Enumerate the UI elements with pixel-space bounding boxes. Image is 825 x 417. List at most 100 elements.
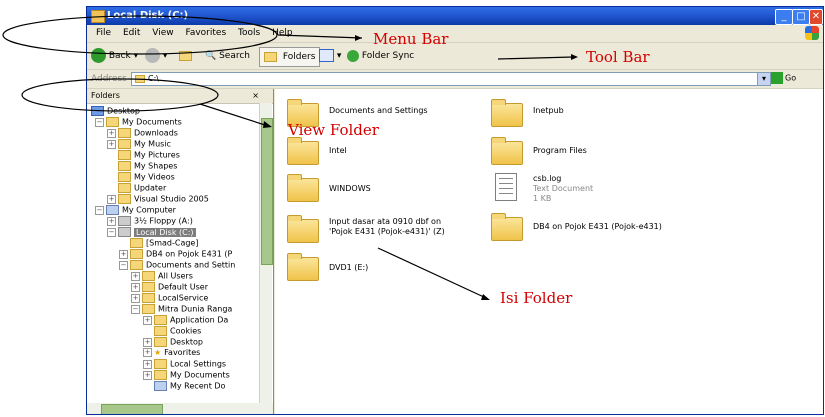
scroll-thumb[interactable] — [101, 404, 163, 414]
collapse-icon[interactable]: − — [95, 117, 104, 127]
expand-icon[interactable]: + — [131, 293, 140, 303]
tree-item[interactable]: My Videos — [118, 172, 175, 183]
collapse-icon[interactable]: − — [119, 260, 128, 270]
folder-icon[interactable] — [491, 137, 523, 165]
dvd-drive-icon[interactable] — [287, 253, 319, 281]
network-folder-icon[interactable] — [491, 213, 523, 241]
menu-file[interactable]: File — [96, 28, 111, 38]
tool-bar-annotation: Tool Bar — [586, 48, 650, 66]
folder-icon — [154, 359, 167, 369]
go-button[interactable]: Go — [771, 72, 796, 84]
tree-item[interactable]: + My Music — [107, 139, 171, 150]
folder-item-label[interactable]: Input dasar ata 0910 dbf on — [329, 217, 441, 227]
expand-icon[interactable]: + — [143, 348, 152, 357]
title-bar[interactable]: Local Disk (C:) _ □ ✕ — [87, 7, 823, 25]
expand-icon[interactable]: + — [107, 216, 116, 226]
collapse-icon[interactable]: − — [95, 205, 104, 215]
minimize-button[interactable]: _ — [775, 9, 793, 25]
folder-item-label[interactable]: Program Files — [533, 146, 587, 156]
address-dropdown[interactable]: ▾ — [757, 72, 771, 86]
tree-item[interactable]: + Downloads — [107, 128, 178, 139]
expand-icon[interactable]: + — [107, 139, 116, 149]
tree-item[interactable]: My Pictures — [118, 150, 180, 161]
tree-item[interactable]: +3½ Floppy (A:) — [107, 216, 193, 227]
expand-icon[interactable]: + — [107, 194, 116, 204]
address-input[interactable]: C:\ — [131, 72, 764, 86]
collapse-icon[interactable]: − — [107, 227, 116, 237]
tree-item[interactable]: + My Documents — [143, 370, 230, 381]
tree-item[interactable]: My Shapes — [118, 161, 177, 172]
expand-icon[interactable]: + — [107, 128, 116, 138]
tree-item[interactable]: + All Users — [131, 271, 193, 282]
tree-item[interactable]: − Mitra Dunia Ranga — [131, 304, 232, 315]
tree-item[interactable]: Desktop — [91, 106, 140, 117]
folder-item-label[interactable]: Documents and Settings — [329, 106, 428, 116]
tree-item[interactable]: + LocalService — [131, 293, 208, 304]
tree-item[interactable]: − Documents and Settin — [119, 260, 235, 271]
folder-icon[interactable] — [287, 174, 319, 202]
close-button[interactable]: ✕ — [809, 9, 823, 25]
folder-icon[interactable] — [491, 99, 523, 127]
search-button[interactable]: 🔍 Search — [205, 47, 250, 65]
menu-edit[interactable]: Edit — [123, 28, 140, 38]
up-folder-button[interactable] — [179, 47, 195, 65]
collapse-icon[interactable]: − — [131, 304, 140, 314]
menu-favorites[interactable]: Favorites — [185, 28, 226, 38]
forward-button[interactable]: ▾ — [145, 47, 167, 65]
menu-tools[interactable]: Tools — [238, 28, 260, 38]
expand-icon[interactable]: + — [131, 271, 140, 281]
network-folder-icon[interactable] — [287, 215, 319, 243]
tree-item[interactable]: [Smad-Cage] — [130, 238, 198, 249]
folder-icon — [130, 260, 143, 270]
views-button[interactable]: ▾ — [319, 47, 341, 65]
view-folder-annotation: View Folder — [288, 121, 379, 139]
folder-item-label[interactable]: Inetpub — [533, 106, 564, 116]
tree-item[interactable]: − My Documents — [95, 117, 182, 128]
expand-icon[interactable]: + — [143, 359, 152, 369]
expand-icon[interactable]: + — [143, 370, 152, 380]
folder-item-label[interactable]: WINDOWS — [329, 184, 371, 194]
go-arrow-icon — [771, 72, 783, 84]
tree-item[interactable]: − Local Disk (C:) — [107, 227, 196, 238]
videos-folder-icon — [118, 172, 131, 182]
shapes-folder-icon — [118, 161, 131, 171]
maximize-button[interactable]: □ — [792, 9, 810, 25]
scroll-thumb[interactable] — [261, 118, 273, 265]
expand-icon[interactable]: + — [143, 337, 152, 347]
folder-icon[interactable] — [287, 137, 319, 165]
tree-vertical-scrollbar[interactable] — [259, 103, 273, 403]
hard-drive-icon — [118, 227, 131, 237]
tree-item[interactable]: + Default User — [131, 282, 208, 293]
tree-item[interactable]: Cookies — [154, 326, 201, 337]
text-document-icon[interactable] — [495, 173, 517, 201]
folder-icon — [154, 337, 167, 347]
folders-pane-close-button[interactable]: × — [252, 89, 259, 103]
tree-item[interactable]: Updater — [118, 183, 166, 194]
expand-icon[interactable]: + — [143, 315, 152, 325]
tree-item[interactable]: My Recent Do — [154, 381, 225, 392]
menu-view[interactable]: View — [152, 28, 173, 38]
tree-horizontal-scrollbar[interactable] — [87, 403, 273, 414]
tree-item[interactable]: + Local Settings — [143, 359, 226, 370]
expand-icon[interactable]: + — [119, 249, 128, 259]
folder-icon — [142, 282, 155, 292]
folder-item-label[interactable]: DVD1 (E:) — [329, 263, 368, 273]
folder-icon — [130, 249, 143, 259]
folder-item-label[interactable]: Intel — [329, 146, 347, 156]
tree-item[interactable]: + Application Da — [143, 315, 228, 326]
tree-item[interactable]: + ★ Favorites — [143, 348, 200, 358]
tree-item[interactable]: + Visual Studio 2005 — [107, 194, 209, 205]
tree-item[interactable]: + Desktop — [143, 337, 203, 348]
folder-sync-button[interactable]: Folder Sync — [347, 47, 414, 65]
folders-button[interactable]: Folders — [259, 47, 321, 67]
folder-item-label-line2[interactable]: 'Pojok E431 (Pojok-e431)' (Z) — [329, 227, 445, 237]
tree-item[interactable]: − My Computer — [95, 205, 176, 216]
folder-icon — [154, 315, 167, 325]
back-button[interactable]: Back ▾ — [91, 47, 138, 65]
file-item-label[interactable]: csb.log — [533, 174, 561, 184]
folder-item-label[interactable]: DB4 on Pojok E431 (Pojok-e431) — [533, 222, 662, 232]
address-bar: Address C:\ ▾ Go — [87, 70, 823, 89]
expand-icon[interactable]: + — [131, 282, 140, 292]
menu-help[interactable]: Help — [272, 28, 293, 38]
tree-item[interactable]: + DB4 on Pojok E431 (P — [119, 249, 232, 260]
